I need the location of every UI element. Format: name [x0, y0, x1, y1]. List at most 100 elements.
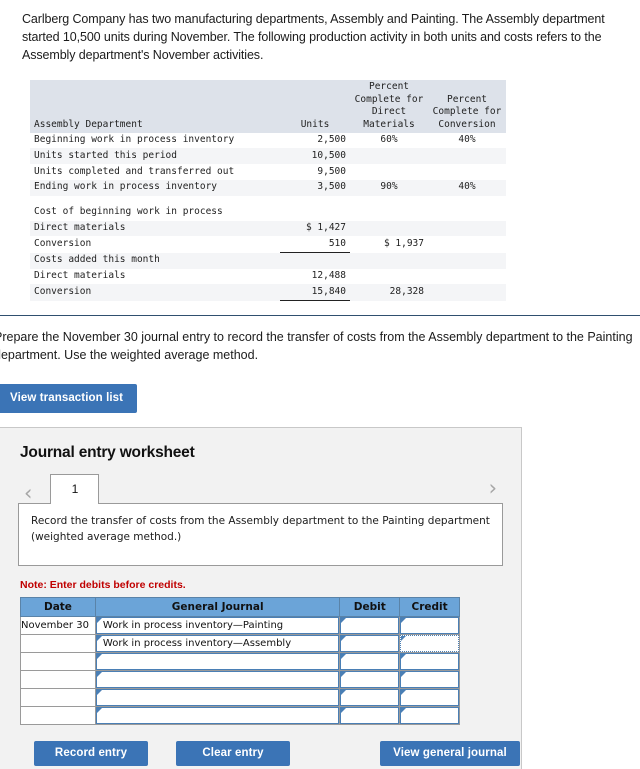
row-units: 9,500: [280, 164, 350, 180]
account-select-input[interactable]: [95, 653, 340, 671]
debit-amount-input[interactable]: [340, 617, 400, 635]
row-conv-pct: [428, 164, 506, 180]
cost-total: [350, 252, 428, 269]
journal-credit-cell[interactable]: [399, 670, 460, 690]
clear-entry-button[interactable]: Clear entry: [176, 741, 290, 767]
credit-amount-input[interactable]: [400, 689, 459, 707]
journal-credit-cell[interactable]: [399, 634, 460, 654]
worksheet-action-buttons: Record entry Clear entry View general jo…: [18, 741, 520, 767]
debits-before-credits-note: Note: Enter debits before credits.: [20, 579, 186, 592]
debit-amount-input[interactable]: [340, 671, 400, 689]
journal-credit-cell[interactable]: [399, 688, 460, 708]
table-row: Units started this period 10,500: [30, 148, 506, 165]
row-conv-pct: [428, 148, 506, 165]
problem-statement: Carlberg Company has two manufacturing d…: [22, 12, 605, 63]
worksheet-tabs-row: ‹ 1 ›: [18, 474, 503, 505]
account-select-input[interactable]: [95, 707, 340, 725]
journal-debit-cell[interactable]: [339, 688, 401, 708]
cost-amount: 12,488: [280, 268, 350, 285]
header-units: Units: [280, 80, 350, 133]
chevron-left-icon[interactable]: ‹: [18, 483, 38, 504]
cost-total: [350, 204, 428, 221]
journal-account-cell[interactable]: [94, 670, 341, 690]
journal-debit-cell[interactable]: [339, 634, 401, 654]
debit-amount-input[interactable]: [340, 689, 400, 707]
cost-label: Direct materials: [30, 220, 280, 237]
journal-date-cell[interactable]: [20, 688, 96, 708]
journal-row: [20, 670, 460, 690]
journal-account-cell[interactable]: [94, 688, 341, 708]
journal-entry-table: Date General Journal Debit Credit Novemb…: [20, 597, 460, 726]
debit-amount-input[interactable]: [340, 635, 400, 653]
worksheet-instruction: Record the transfer of costs from the As…: [18, 503, 503, 567]
credit-amount-input[interactable]: [400, 617, 459, 635]
cost-label: Costs added this month: [30, 252, 280, 269]
cost-blank: [428, 204, 506, 221]
column-header-general-journal: General Journal: [94, 597, 341, 618]
table-row: Beginning work in process inventory 2,50…: [30, 132, 506, 149]
row-units: 3,500: [280, 179, 350, 196]
cost-amount: 510: [280, 236, 350, 254]
record-entry-button[interactable]: Record entry: [34, 741, 148, 767]
cost-label: Direct materials: [30, 268, 280, 285]
journal-header-row: Date General Journal Debit Credit: [20, 597, 460, 618]
row-conv-pct: 40%: [428, 132, 506, 149]
cost-row: Conversion 510 $ 1,937: [30, 236, 506, 254]
journal-credit-cell[interactable]: [399, 652, 460, 672]
column-header-credit: Credit: [399, 597, 460, 618]
journal-debit-cell[interactable]: [339, 616, 401, 636]
column-header-date: Date: [20, 597, 96, 618]
cost-total: 28,328: [350, 284, 428, 301]
journal-date-cell[interactable]: [20, 670, 96, 690]
debit-amount-input[interactable]: [340, 653, 400, 671]
cost-row: Direct materials 12,488: [30, 268, 506, 285]
journal-date-cell[interactable]: [20, 652, 96, 672]
credit-amount-input[interactable]: [400, 707, 459, 725]
row-conv-pct: 40%: [428, 179, 506, 196]
journal-account-cell[interactable]: Work in process inventory—Assembly: [94, 634, 341, 654]
row-dm-pct: 90%: [350, 179, 428, 196]
journal-credit-cell[interactable]: [399, 706, 460, 726]
cost-blank: [428, 268, 506, 285]
view-transaction-list-button[interactable]: View transaction list: [0, 384, 138, 414]
credit-amount-input[interactable]: [400, 653, 459, 671]
account-select-input[interactable]: Work in process inventory—Painting: [95, 617, 340, 635]
journal-date-cell[interactable]: November 30: [20, 616, 96, 636]
journal-row: [20, 652, 460, 672]
account-select-input[interactable]: Work in process inventory—Assembly: [95, 635, 340, 653]
worksheet-tab-1[interactable]: 1: [50, 474, 100, 505]
journal-account-cell[interactable]: Work in process inventory—Painting: [94, 616, 341, 636]
table-row: Units completed and transferred out 9,50…: [30, 164, 506, 180]
production-data-table: Assembly Department Units Percent Comple…: [30, 80, 506, 302]
journal-row: Work in process inventory—Assembly: [20, 634, 460, 654]
journal-debit-cell[interactable]: [339, 652, 401, 672]
journal-entry-worksheet-panel: Journal entry worksheet ‹ 1 › Record the…: [0, 427, 522, 769]
cost-total: [350, 220, 428, 237]
row-dm-pct: 60%: [350, 132, 428, 149]
worksheet-title: Journal entry worksheet: [20, 444, 195, 462]
journal-date-cell[interactable]: [20, 706, 96, 726]
row-label: Units started this period: [30, 148, 280, 165]
journal-credit-cell[interactable]: [399, 616, 460, 636]
cost-amount: 15,840: [280, 284, 350, 302]
cost-total: [350, 268, 428, 285]
cost-total: $ 1,937: [350, 236, 428, 253]
credit-amount-input[interactable]: [400, 671, 459, 689]
cost-label: Conversion: [30, 236, 280, 253]
account-select-input[interactable]: [95, 689, 340, 707]
journal-debit-cell[interactable]: [339, 670, 401, 690]
journal-debit-cell[interactable]: [339, 706, 401, 726]
cost-blank: [428, 220, 506, 237]
view-general-journal-button[interactable]: View general journal: [380, 741, 520, 767]
account-select-input[interactable]: [95, 671, 340, 689]
row-dm-pct: [350, 164, 428, 180]
cost-blank: [428, 284, 506, 301]
journal-account-cell[interactable]: [94, 652, 341, 672]
journal-account-cell[interactable]: [94, 706, 341, 726]
debit-amount-input[interactable]: [340, 707, 400, 725]
journal-row: [20, 706, 460, 726]
journal-date-cell[interactable]: [20, 634, 96, 654]
chevron-right-icon[interactable]: ›: [483, 478, 503, 499]
credit-amount-input[interactable]: [400, 635, 459, 653]
cost-amount: [280, 252, 350, 269]
